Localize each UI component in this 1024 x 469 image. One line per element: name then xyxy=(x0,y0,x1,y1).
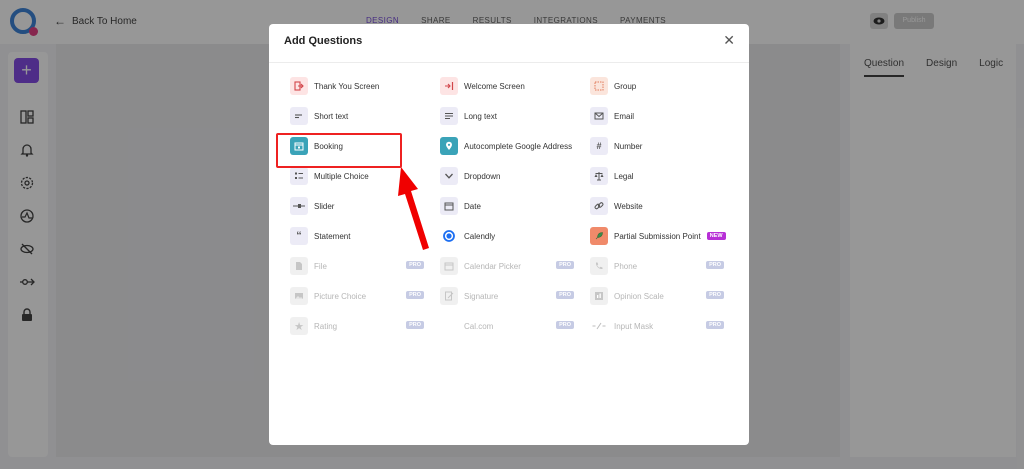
question-type-label: Website xyxy=(614,201,643,211)
question-type-long-text[interactable]: Long text xyxy=(440,106,574,126)
long-text-icon xyxy=(440,107,458,125)
question-type-label: Picture Choice xyxy=(314,291,367,301)
question-type-label: Signature xyxy=(464,291,499,301)
pro-badge: PRO xyxy=(556,291,574,299)
list-icon xyxy=(290,167,308,185)
question-type-thank-you-screen[interactable]: Thank You Screen xyxy=(290,76,424,96)
hash-icon: # xyxy=(590,137,608,155)
question-type-label: Opinion Scale xyxy=(614,291,664,301)
question-type-file[interactable]: File PRO xyxy=(290,256,424,276)
question-type-calendar-picker[interactable]: Calendar Picker PRO xyxy=(440,256,574,276)
close-icon[interactable]: ✕ xyxy=(723,32,735,49)
question-type-label: Calendly xyxy=(464,231,496,241)
calendar-picker-icon xyxy=(440,257,458,275)
question-type-label: Welcome Screen xyxy=(464,81,525,91)
file-icon xyxy=(290,257,308,275)
question-type-number[interactable]: # Number xyxy=(590,136,724,156)
question-type-label: Autocomplete Google Address xyxy=(464,141,573,151)
question-type-label: Short text xyxy=(314,111,349,121)
rocket-icon xyxy=(590,227,608,245)
annotation-arrow-icon xyxy=(398,167,429,250)
question-type-label: Cal.com xyxy=(464,321,494,331)
question-type-label: Thank You Screen xyxy=(314,81,380,91)
question-type-opinion-scale[interactable]: Opinion Scale PRO xyxy=(590,286,724,306)
question-type-label: Date xyxy=(464,201,481,211)
question-type-label: Multiple Choice xyxy=(314,171,369,181)
question-type-grid: Thank You Screen Welcome Screen Group Sh… xyxy=(290,76,740,336)
star-icon: ★ xyxy=(290,317,308,335)
question-type-label: Number xyxy=(614,141,643,151)
question-type-email[interactable]: Email xyxy=(590,106,724,126)
question-type-signature[interactable]: Signature PRO xyxy=(440,286,574,306)
pro-badge: PRO xyxy=(406,321,424,329)
question-type-short-text[interactable]: Short text xyxy=(290,106,424,126)
question-type-phone[interactable]: Phone PRO xyxy=(590,256,724,276)
question-type-partial-submission-point[interactable]: Partial Submission Point NEW xyxy=(590,226,740,246)
question-type-date[interactable]: Date xyxy=(440,196,574,216)
phone-icon xyxy=(590,257,608,275)
group-icon xyxy=(590,77,608,95)
pro-badge: PRO xyxy=(556,321,574,329)
question-type-label: Statement xyxy=(314,231,351,241)
booking-highlight-box xyxy=(276,133,402,168)
enter-icon xyxy=(440,77,458,95)
question-type-label: Long text xyxy=(464,111,497,121)
slider-icon xyxy=(290,197,308,215)
question-type-group[interactable]: Group xyxy=(590,76,724,96)
calendly-icon xyxy=(440,227,458,245)
question-type-label: Calendar Picker xyxy=(464,261,521,271)
question-type-calendly[interactable]: Calendly xyxy=(440,226,574,246)
pro-badge: PRO xyxy=(706,261,724,269)
chevron-down-icon xyxy=(440,167,458,185)
quote-icon: “ xyxy=(290,227,308,245)
pro-badge: PRO xyxy=(406,291,424,299)
question-type-autocomplete-google-address[interactable]: Autocomplete Google Address xyxy=(440,136,574,156)
question-type-label: Group xyxy=(614,81,637,91)
opinion-icon xyxy=(590,287,608,305)
add-questions-modal: Add Questions ✕ Thank You Screen Welcome… xyxy=(269,24,749,445)
question-type-label: Dropdown xyxy=(464,171,501,181)
question-type-cal-com[interactable]: Cal.com PRO xyxy=(440,316,574,336)
scale-icon xyxy=(590,167,608,185)
question-type-input-mask[interactable]: Input Mask PRO xyxy=(590,316,724,336)
question-type-legal[interactable]: Legal xyxy=(590,166,724,186)
cal-com-icon xyxy=(440,317,458,335)
question-type-rating[interactable]: ★ Rating PRO xyxy=(290,316,424,336)
question-type-label: File xyxy=(314,261,327,271)
email-icon xyxy=(590,107,608,125)
pro-badge: PRO xyxy=(556,261,574,269)
map-pin-icon xyxy=(440,137,458,155)
question-type-label: Input Mask xyxy=(614,321,654,331)
pro-badge: PRO xyxy=(706,291,724,299)
picture-icon xyxy=(290,287,308,305)
date-icon xyxy=(440,197,458,215)
question-type-picture-choice[interactable]: Picture Choice PRO xyxy=(290,286,424,306)
question-type-label: Legal xyxy=(614,171,634,181)
signature-icon xyxy=(440,287,458,305)
pro-badge: PRO xyxy=(406,261,424,269)
link-icon xyxy=(590,197,608,215)
question-type-label: Slider xyxy=(314,201,335,211)
question-type-welcome-screen[interactable]: Welcome Screen xyxy=(440,76,574,96)
question-type-website[interactable]: Website xyxy=(590,196,724,216)
mask-icon xyxy=(590,317,608,335)
short-text-icon xyxy=(290,107,308,125)
modal-title: Add Questions xyxy=(284,35,363,47)
question-type-label: Rating xyxy=(314,321,338,331)
modal-divider xyxy=(269,62,749,63)
question-type-label: Partial Submission Point xyxy=(614,231,701,241)
pro-badge: PRO xyxy=(706,321,724,329)
question-type-label: Email xyxy=(614,111,635,121)
new-badge: NEW xyxy=(706,232,726,240)
exit-icon xyxy=(290,77,308,95)
question-type-label: Phone xyxy=(614,261,638,271)
question-type-dropdown[interactable]: Dropdown xyxy=(440,166,574,186)
